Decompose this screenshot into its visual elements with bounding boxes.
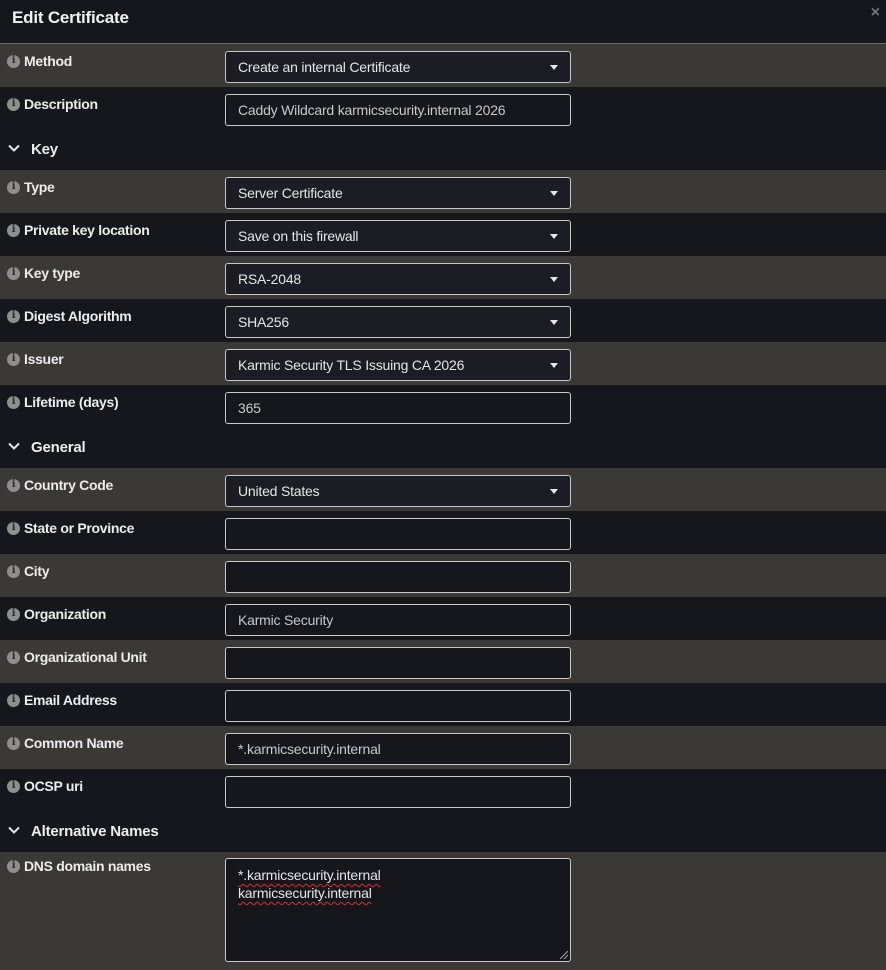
lifetime-input[interactable]: 365 [225,392,571,424]
caret-down-icon [550,65,558,70]
info-icon[interactable]: i [7,97,20,111]
type-label: i Type [7,179,55,195]
dns-name-line: *.karmicsecurity.internal [238,867,381,883]
caret-down-icon [550,234,558,239]
info-icon[interactable]: i [7,736,20,750]
organization-input[interactable]: Karmic Security [225,604,571,636]
info-icon[interactable]: i [7,223,20,237]
row-org-unit: i Organizational Unit [0,640,886,683]
issuer-label: i Issuer [7,351,64,367]
organization-label: i Organization [7,606,106,622]
ocsp-uri-label: i OCSP uri [7,778,83,794]
type-select[interactable]: Server Certificate [225,177,571,209]
section-alternative-names[interactable]: Alternative Names [0,812,886,852]
section-key[interactable]: Key [0,130,886,170]
dns-domain-names-textarea[interactable]: *.karmicsecurity.internal karmicsecurity… [225,858,571,962]
info-icon[interactable]: i [7,266,20,280]
key-type-label: i Key type [7,265,80,281]
info-icon[interactable]: i [7,395,20,409]
city-input[interactable] [225,561,571,593]
row-private-key-location: i Private key location Save on this firew… [0,213,886,256]
row-state: i State or Province [0,511,886,554]
info-icon[interactable]: i [7,779,20,793]
section-title: General [31,439,86,456]
info-icon[interactable]: i [7,607,20,621]
section-general[interactable]: General [0,428,886,468]
state-label: i State or Province [7,520,134,536]
description-label: i Description [7,96,98,112]
row-city: i City [0,554,886,597]
email-label: i Email Address [7,692,117,708]
caret-down-icon [550,489,558,494]
common-name-input[interactable]: *.karmicsecurity.internal [225,733,571,765]
issuer-select[interactable]: Karmic Security TLS Issuing CA 2026 [225,349,571,381]
row-method: i Method Create an internal Certificate [0,44,886,87]
info-icon[interactable]: i [7,478,20,492]
chevron-down-icon [8,442,20,450]
info-icon[interactable]: i [7,180,20,194]
close-icon[interactable]: × [871,4,880,22]
row-email: i Email Address [0,683,886,726]
state-input[interactable] [225,518,571,550]
info-icon[interactable]: i [7,859,20,873]
row-digest-algorithm: i Digest Algorithm SHA256 [0,299,886,342]
info-icon[interactable]: i [7,54,20,68]
row-organization: i Organization Karmic Security [0,597,886,640]
digest-algorithm-label: i Digest Algorithm [7,308,132,324]
row-dns-domain-names: i DNS domain names *.karmicsecurity.inter… [0,852,886,970]
row-ocsp-uri: i OCSP uri [0,769,886,812]
org-unit-input[interactable] [225,647,571,679]
info-icon[interactable]: i [7,352,20,366]
resize-handle[interactable] [560,951,568,959]
row-type: i Type Server Certificate [0,170,886,213]
common-name-label: i Common Name [7,735,124,751]
city-label: i City [7,563,50,579]
row-lifetime: i Lifetime (days) 365 [0,385,886,428]
dialog-title: Edit Certificate [12,8,129,27]
row-description: i Description Caddy Wildcard karmicsecuri… [0,87,886,130]
row-issuer: i Issuer Karmic Security TLS Issuing CA 2… [0,342,886,385]
row-common-name: i Common Name *.karmicsecurity.internal [0,726,886,769]
lifetime-label: i Lifetime (days) [7,394,119,410]
country-code-select[interactable]: United States [225,475,571,507]
caret-down-icon [550,191,558,196]
private-key-location-label: i Private key location [7,222,150,238]
info-icon[interactable]: i [7,564,20,578]
row-country-code: i Country Code United States [0,468,886,511]
ocsp-uri-input[interactable] [225,776,571,808]
dialog-header: Edit Certificate × [0,0,886,44]
country-code-label: i Country Code [7,477,113,493]
caret-down-icon [550,277,558,282]
info-icon[interactable]: i [7,309,20,323]
section-title: Key [31,141,58,158]
org-unit-label: i Organizational Unit [7,649,147,665]
info-icon[interactable]: i [7,521,20,535]
key-type-select[interactable]: RSA-2048 [225,263,571,295]
dns-name-line: karmicsecurity.internal [238,885,372,901]
dns-domain-names-label: i DNS domain names [7,858,151,874]
method-label: i Method [7,53,72,69]
description-input[interactable]: Caddy Wildcard karmicsecurity.internal 2… [225,94,571,126]
section-title: Alternative Names [31,823,159,840]
digest-algorithm-select[interactable]: SHA256 [225,306,571,338]
caret-down-icon [550,363,558,368]
info-icon[interactable]: i [7,650,20,664]
caret-down-icon [550,320,558,325]
method-select[interactable]: Create an internal Certificate [225,51,571,83]
email-input[interactable] [225,690,571,722]
private-key-location-select[interactable]: Save on this firewall [225,220,571,252]
chevron-down-icon [8,144,20,152]
info-icon[interactable]: i [7,693,20,707]
chevron-down-icon [8,826,20,834]
row-key-type: i Key type RSA-2048 [0,256,886,299]
